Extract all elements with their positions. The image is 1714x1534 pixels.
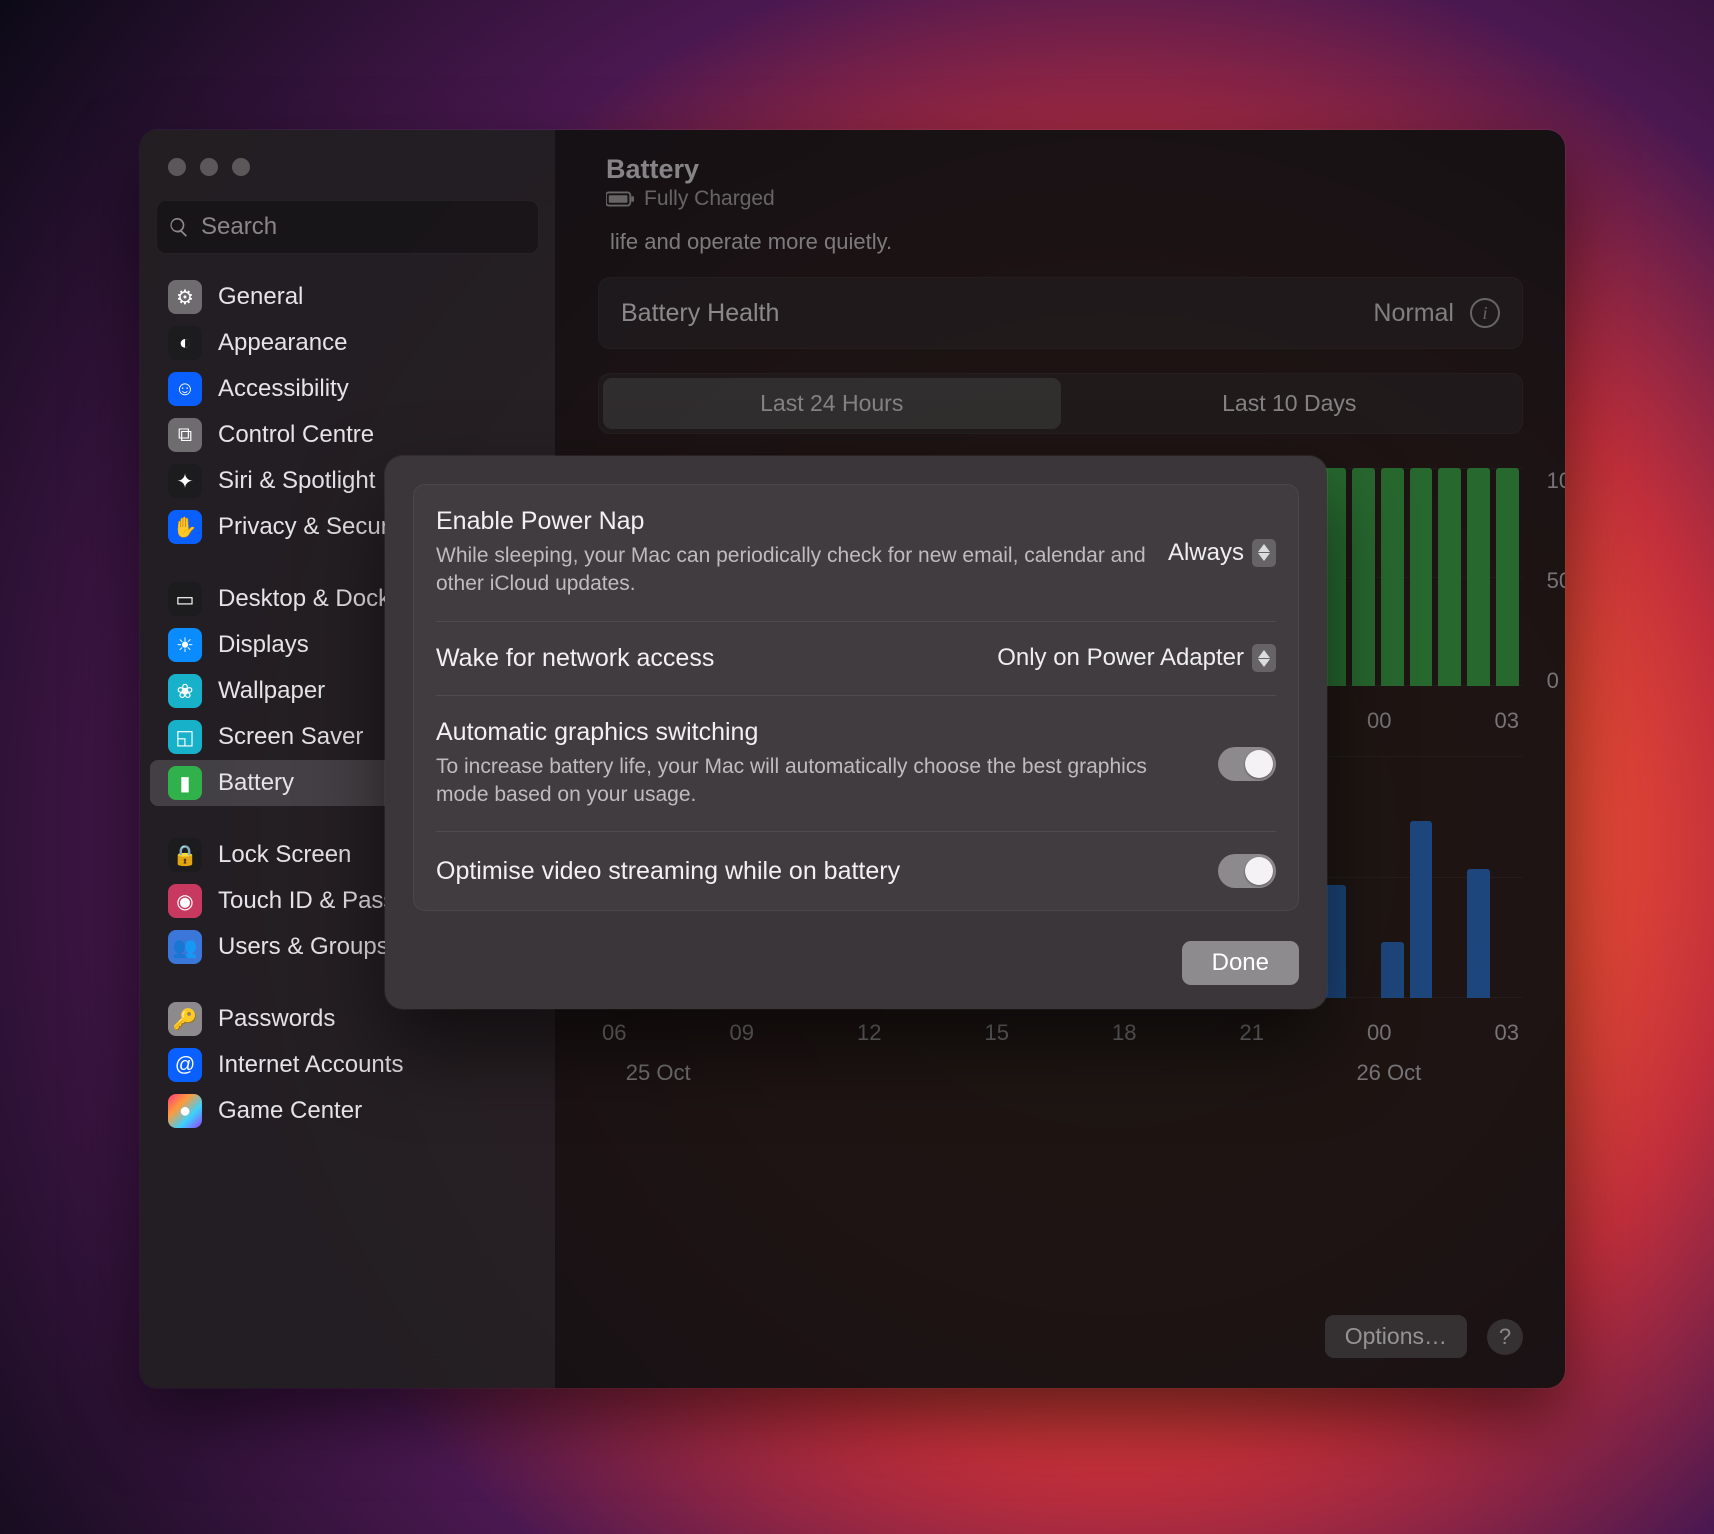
sidebar-icon: 🔑: [168, 1002, 202, 1036]
chevron-updown-icon: [1252, 644, 1276, 672]
sidebar-item-label: General: [218, 283, 303, 311]
sidebar-icon: ⧉: [168, 418, 202, 452]
options-list: Enable Power Nap While sleeping, your Mac…: [413, 484, 1299, 911]
sidebar-icon: ☺: [168, 372, 202, 406]
sidebar-item-label: Displays: [218, 631, 309, 659]
sidebar-icon: ▮: [168, 766, 202, 800]
dropdown-value: Always: [1168, 539, 1244, 567]
sidebar-item-control-centre[interactable]: ⧉ Control Centre: [150, 412, 545, 458]
option-title: Wake for network access: [436, 644, 977, 673]
sidebar-item-label: Internet Accounts: [218, 1051, 403, 1079]
sidebar-item-label: Desktop & Dock: [218, 585, 390, 613]
sidebar-icon: ●: [168, 1094, 202, 1128]
sidebar-icon: ❀: [168, 674, 202, 708]
search-field-wrap: [156, 200, 539, 254]
search-input[interactable]: [156, 200, 539, 254]
sidebar-item-label: Wallpaper: [218, 677, 325, 705]
option-row: Optimise video streaming while on batter…: [436, 832, 1276, 910]
sidebar-icon: ☀: [168, 628, 202, 662]
option-toggle[interactable]: [1218, 747, 1276, 781]
minimize-icon[interactable]: [200, 158, 218, 176]
option-title: Automatic graphics switching: [436, 718, 1198, 747]
option-title: Enable Power Nap: [436, 507, 1148, 536]
close-icon[interactable]: [168, 158, 186, 176]
sidebar-icon: ◱: [168, 720, 202, 754]
sidebar-icon: 🔒: [168, 838, 202, 872]
sidebar-item-accessibility[interactable]: ☺ Accessibility: [150, 366, 545, 412]
option-title: Optimise video streaming while on batter…: [436, 857, 1198, 886]
sheet-footer: Done: [413, 941, 1299, 985]
search-icon: [168, 216, 190, 238]
zoom-icon[interactable]: [232, 158, 250, 176]
option-dropdown[interactable]: Only on Power Adapter: [997, 644, 1276, 672]
sidebar-item-label: Lock Screen: [218, 841, 351, 869]
sidebar-icon: ⚙: [168, 280, 202, 314]
option-dropdown[interactable]: Always: [1168, 539, 1276, 567]
sidebar-icon: ▭: [168, 582, 202, 616]
sidebar-icon: ◉: [168, 884, 202, 918]
option-row: Wake for network access Only on Power Ada…: [436, 622, 1276, 696]
sidebar-icon: ✋: [168, 510, 202, 544]
sidebar-icon: @: [168, 1048, 202, 1082]
sidebar-item-appearance[interactable]: ◐ Appearance: [150, 320, 545, 366]
sidebar-item-label: Users & Groups: [218, 933, 389, 961]
chevron-updown-icon: [1252, 539, 1276, 567]
done-button[interactable]: Done: [1182, 941, 1299, 985]
sidebar-item-label: Game Center: [218, 1097, 362, 1125]
sidebar-icon: ◐: [168, 326, 202, 360]
sidebar-item-label: Accessibility: [218, 375, 349, 403]
sidebar-item-label: Screen Saver: [218, 723, 363, 751]
sidebar-item-label: Appearance: [218, 329, 347, 357]
sidebar-item-label: Battery: [218, 769, 294, 797]
sidebar-item-label: Privacy & Security: [218, 513, 413, 541]
sidebar-item-general[interactable]: ⚙ General: [150, 274, 545, 320]
option-row: Automatic graphics switching To increase …: [436, 696, 1276, 833]
option-description: While sleeping, your Mac can periodicall…: [436, 542, 1148, 599]
window-controls: [140, 148, 555, 200]
option-row: Enable Power Nap While sleeping, your Mac…: [436, 485, 1276, 622]
options-sheet: Enable Power Nap While sleeping, your Mac…: [385, 456, 1327, 1009]
sidebar-icon: ✦: [168, 464, 202, 498]
sidebar-item-label: Siri & Spotlight: [218, 467, 375, 495]
sidebar-item-internet-accounts[interactable]: @ Internet Accounts: [150, 1042, 545, 1088]
option-toggle[interactable]: [1218, 854, 1276, 888]
dropdown-value: Only on Power Adapter: [997, 644, 1244, 672]
option-description: To increase battery life, your Mac will …: [436, 753, 1156, 810]
sidebar-item-label: Control Centre: [218, 421, 374, 449]
sidebar-icon: 👥: [168, 930, 202, 964]
sidebar-item-label: Passwords: [218, 1005, 335, 1033]
sidebar-item-game-center[interactable]: ● Game Center: [150, 1088, 545, 1134]
